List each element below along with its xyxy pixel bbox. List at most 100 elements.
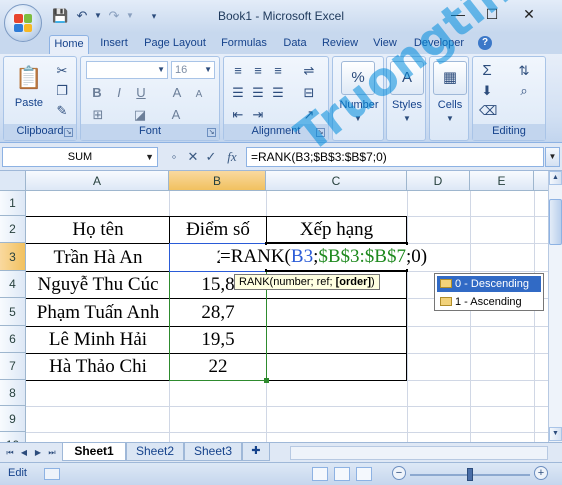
close-button[interactable]: ✕ [515, 4, 543, 24]
decrease-indent-icon[interactable]: ⇤ [230, 107, 246, 123]
italic-button[interactable]: I [111, 85, 127, 101]
cell-b3[interactable]: 2 [170, 244, 227, 271]
shrink-font-icon[interactable]: A [191, 87, 207, 103]
tab-home[interactable]: Home [49, 35, 89, 54]
cell-c2[interactable]: Xếp hạng [267, 217, 406, 243]
last-sheet-icon[interactable]: ⏭ [46, 446, 58, 460]
grow-font-icon[interactable]: A [169, 85, 185, 101]
column-header-a[interactable]: A [26, 171, 169, 191]
zoom-in-icon[interactable]: + [534, 466, 548, 480]
find-select-icon[interactable]: ⌕ [513, 83, 535, 99]
vertical-scroll-thumb[interactable] [549, 199, 562, 245]
wrap-text-icon[interactable]: ⇌ [298, 63, 320, 79]
scroll-down-icon[interactable]: ▼ [549, 427, 562, 441]
macro-record-icon[interactable] [44, 468, 60, 480]
cut-icon[interactable]: ✂ [54, 63, 70, 79]
horizontal-scrollbar[interactable] [290, 446, 548, 460]
cell-a2[interactable]: Họ tên [27, 217, 169, 243]
sheet-tab-sheet3[interactable]: Sheet3 [184, 443, 242, 461]
styles-dropdown-icon[interactable]: ▼ [400, 111, 414, 127]
fill-color-icon[interactable]: ◪ [131, 107, 149, 123]
help-icon[interactable]: ? [478, 36, 492, 50]
cell-b2[interactable]: Điểm số [170, 217, 266, 243]
increase-indent-icon[interactable]: ⇥ [250, 107, 266, 123]
scroll-up-icon[interactable]: ▲ [549, 171, 562, 185]
argument-autocomplete-list[interactable]: 0 - Descending 1 - Ascending [434, 273, 544, 311]
column-header-e[interactable]: E [470, 171, 534, 191]
orientation-icon[interactable]: ↗ [298, 107, 320, 123]
minimize-button[interactable]: — [444, 4, 472, 24]
cell-edit-text[interactable]: =RANK(B3;$B$3:$B$7;0) [220, 245, 430, 269]
merge-center-icon[interactable]: ⊟ [298, 85, 320, 101]
sheet-tab-sheet2[interactable]: Sheet2 [126, 443, 184, 461]
font-dialog-launcher-icon[interactable]: ↘ [207, 128, 216, 137]
align-center-icon[interactable]: ☰ [250, 85, 266, 101]
sort-filter-icon[interactable]: ⇅ [513, 63, 535, 79]
function-argument-tooltip[interactable]: RANK(number; ref; [order]) [234, 274, 380, 290]
zoom-out-icon[interactable]: − [392, 466, 406, 480]
copy-icon[interactable]: ❐ [54, 83, 70, 99]
styles-button-icon[interactable]: A [390, 61, 424, 95]
tab-formulas[interactable]: Formulas [216, 35, 272, 54]
row-header-3[interactable]: 3 [0, 243, 26, 271]
vertical-scrollbar[interactable]: ▲ ▼ [548, 171, 562, 442]
cells-dropdown-icon[interactable]: ▼ [443, 111, 457, 127]
paste-label[interactable]: Paste [10, 97, 48, 109]
maximize-button[interactable]: ☐ [478, 4, 506, 24]
name-box[interactable]: SUM ▼ [2, 147, 158, 167]
worksheet-grid[interactable]: A B C D E 1 2 3 4 5 6 7 8 9 10 Họ tên Đi… [0, 171, 548, 442]
tab-data[interactable]: Data [278, 35, 312, 54]
insert-sheet-icon[interactable]: ✚ [242, 443, 270, 461]
expand-formula-bar-icon[interactable]: ▼ [545, 147, 560, 167]
first-sheet-icon[interactable]: ⏮ [4, 446, 16, 460]
column-header-b[interactable]: B [169, 171, 266, 191]
paste-icon[interactable]: 📋 [14, 63, 44, 93]
cells-button-icon[interactable]: ▦ [433, 61, 467, 95]
tab-developer[interactable]: Developer [408, 35, 470, 54]
page-break-view-icon[interactable] [356, 467, 372, 481]
cell-a6[interactable]: Lê Minh Hải [27, 327, 169, 353]
tab-page-layout[interactable]: Page Layout [140, 35, 210, 54]
cells-group-label[interactable]: Cells [430, 99, 470, 111]
row-header-9[interactable]: 9 [0, 406, 26, 432]
number-format-button[interactable]: % [341, 61, 375, 95]
bold-button[interactable]: B [89, 85, 105, 101]
clipboard-dialog-launcher-icon[interactable]: ↘ [64, 128, 73, 137]
select-all-corner[interactable] [0, 171, 26, 191]
column-header-f[interactable] [534, 171, 548, 191]
sheet-tab-sheet1[interactable]: Sheet1 [62, 443, 126, 461]
fill-icon[interactable]: ⬇ [479, 83, 495, 99]
font-color-icon[interactable]: A [167, 107, 185, 123]
font-size-combo[interactable]: 16 ▼ [171, 61, 215, 79]
normal-view-icon[interactable] [312, 467, 328, 481]
row-header-5[interactable]: 5 [0, 298, 26, 326]
row-header-8[interactable]: 8 [0, 380, 26, 406]
formula-options-icon[interactable]: ◦ [168, 149, 180, 165]
cell-a7[interactable]: Hà Thảo Chi [27, 354, 169, 380]
column-header-c[interactable]: C [266, 171, 407, 191]
insert-function-icon[interactable]: fx [224, 149, 240, 165]
formula-input[interactable]: =RANK(B3;$B$3:$B$7;0) [246, 147, 544, 167]
number-dropdown-icon[interactable]: ▼ [351, 111, 365, 127]
format-painter-icon[interactable]: ✎ [54, 103, 70, 119]
underline-button[interactable]: U [133, 85, 149, 101]
number-group-label[interactable]: Number [333, 99, 385, 111]
page-layout-view-icon[interactable] [334, 467, 350, 481]
fill-handle[interactable] [264, 378, 269, 383]
styles-group-label[interactable]: Styles [387, 99, 427, 111]
clear-icon[interactable]: ⌫ [479, 103, 497, 119]
enter-entry-icon[interactable]: ✓ [204, 149, 218, 165]
autocomplete-item[interactable]: 0 - Descending [437, 276, 541, 292]
prev-sheet-icon[interactable]: ◀ [18, 446, 30, 460]
font-name-combo[interactable]: ▼ [86, 61, 168, 79]
align-right-icon[interactable]: ☰ [270, 85, 286, 101]
align-left-icon[interactable]: ☰ [230, 85, 246, 101]
row-header-7[interactable]: 7 [0, 353, 26, 380]
align-top-icon[interactable]: ≡ [230, 63, 246, 79]
office-button[interactable] [4, 4, 42, 42]
cell-a4[interactable]: Nguyễ Thu Cúc [27, 272, 169, 298]
row-header-6[interactable]: 6 [0, 326, 26, 353]
zoom-slider-thumb[interactable] [467, 468, 473, 481]
alignment-dialog-launcher-icon[interactable]: ↘ [316, 128, 325, 137]
cell-a5[interactable]: Phạm Tuấn Anh [27, 299, 169, 326]
